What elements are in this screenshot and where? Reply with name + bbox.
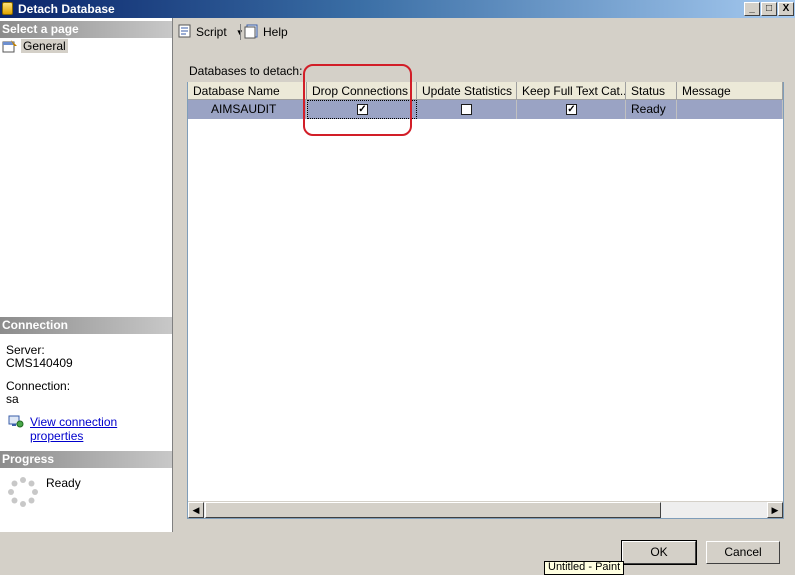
scroll-right-arrow-icon[interactable]: ▶: [767, 502, 783, 518]
scroll-thumb[interactable]: [205, 502, 661, 518]
keep-full-text-checkbox[interactable]: ✓: [566, 104, 577, 115]
cell-message: [677, 100, 783, 119]
cell-database-name: AIMSAUDIT: [188, 100, 307, 119]
horizontal-scrollbar[interactable]: ◀ ▶: [188, 501, 783, 518]
page-item-general[interactable]: General: [2, 38, 68, 54]
cell-keep-full-text[interactable]: ✓: [517, 100, 626, 119]
help-label: Help: [263, 25, 288, 39]
connection-properties-icon: [8, 414, 24, 428]
column-header-status[interactable]: Status: [626, 82, 677, 100]
taskbar-tooltip: Untitled - Paint: [544, 561, 625, 575]
script-icon: [177, 23, 193, 42]
view-connection-properties-link[interactable]: View connection properties: [30, 415, 172, 443]
database-icon: [2, 2, 13, 15]
column-header-update-statistics[interactable]: Update Statistics: [417, 82, 517, 100]
scroll-left-arrow-icon[interactable]: ◀: [188, 502, 204, 518]
title-bar: Detach Database _ □ X: [0, 0, 795, 18]
page-item-label: General: [21, 39, 68, 53]
ok-button[interactable]: OK: [621, 540, 697, 565]
page-settings-icon: [2, 39, 18, 53]
cell-status: Ready: [626, 100, 677, 119]
column-header-database-name[interactable]: Database Name: [188, 82, 307, 100]
cancel-button[interactable]: Cancel: [706, 541, 780, 564]
annotation-highlight: [303, 64, 412, 136]
server-label: Server:: [6, 343, 45, 357]
table-row[interactable]: AIMSAUDIT ✓ ✓ Ready: [188, 100, 783, 119]
column-header-message[interactable]: Message: [677, 82, 783, 100]
toolbar: Script ▼ Help: [173, 18, 795, 46]
close-button[interactable]: X: [778, 2, 794, 16]
connection-value: sa: [6, 392, 19, 406]
toolbar-separator: [240, 24, 241, 40]
cell-update-statistics[interactable]: [417, 100, 517, 119]
help-button[interactable]: Help: [244, 23, 288, 41]
column-header-keep-full-text[interactable]: Keep Full Text Cat...: [517, 82, 626, 100]
grid-label: Databases to detach:: [189, 64, 303, 78]
restore-button[interactable]: □: [761, 2, 777, 16]
window-title: Detach Database: [18, 2, 115, 16]
script-button[interactable]: Script ▼: [177, 23, 244, 41]
left-pane: Select a page General Connection Server:…: [0, 18, 173, 532]
script-label: Script: [196, 25, 227, 39]
help-icon: [244, 23, 260, 42]
update-statistics-checkbox[interactable]: [461, 104, 472, 115]
progress-header: Progress: [0, 451, 172, 468]
connection-header: Connection: [0, 317, 172, 334]
server-value: CMS140409: [6, 356, 73, 370]
databases-grid[interactable]: [187, 82, 784, 519]
progress-status: Ready: [46, 476, 81, 490]
connection-label: Connection:: [6, 379, 71, 393]
minimize-button[interactable]: _: [744, 2, 760, 16]
select-page-header: Select a page: [0, 21, 172, 38]
progress-spinner-icon: [7, 476, 39, 508]
